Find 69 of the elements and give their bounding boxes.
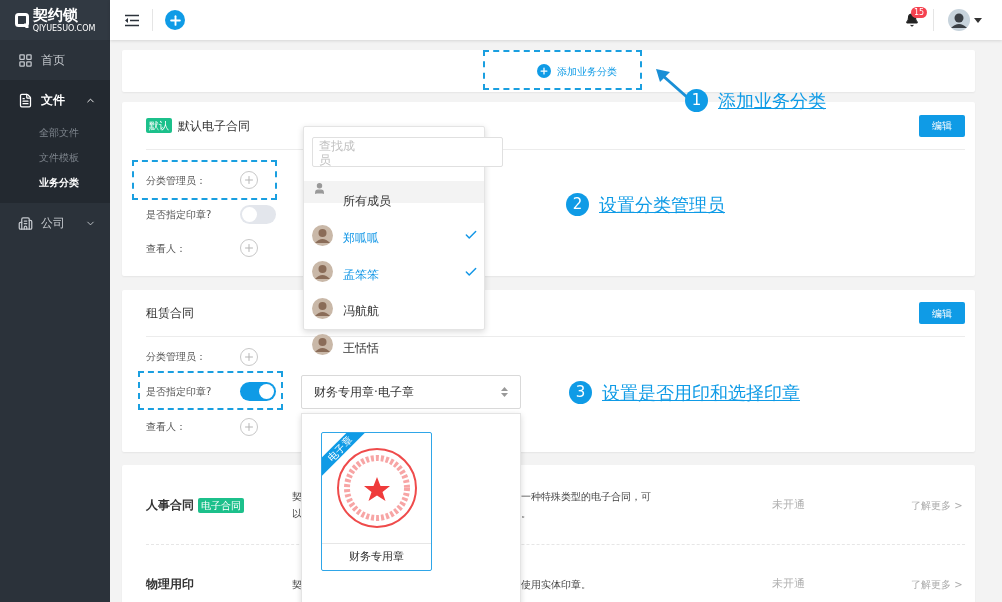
field-label: 查看人： [146,420,187,434]
seal-name: 财务专用章 [322,543,431,570]
field-label: 是否指定印章? [146,207,213,222]
member-option[interactable]: 孟笨笨 [312,259,478,284]
edit-button[interactable]: 编辑 [919,302,965,324]
status-text: 未开通 [772,575,806,592]
learn-more-link[interactable]: 了解更多 > [911,576,963,592]
all-members-option[interactable]: 所有成员 [343,192,391,210]
sidebar-item[interactable]: 文件 [0,80,110,120]
description-text: 契 [292,577,303,592]
default-tag: 默认 [146,118,172,133]
notification-badge: 15 [911,7,928,18]
field-label: 分类管理员： [146,173,207,188]
building-icon [18,215,33,231]
sidebar-subitem[interactable]: 业务分类 [0,170,110,195]
step-link[interactable]: 设置分类管理员 [599,191,725,218]
logo-subtitle: QIYUESUO.COM [32,24,96,33]
category-title: 默认电子合同 [178,117,250,135]
description-text: 。 [521,507,532,521]
menu-icon[interactable] [124,13,140,27]
plus-icon [539,66,549,76]
check-icon [464,228,478,242]
plus-icon [243,174,255,186]
notification-icon[interactable] [905,13,919,27]
toggle-switch[interactable] [240,382,276,401]
avatar [312,261,333,282]
sidebar-item[interactable]: 首页 [0,40,110,80]
sidebar-item[interactable]: 公司 [0,203,110,243]
description-text: 契 [292,490,303,504]
toggle-switch[interactable] [240,204,276,224]
member-option[interactable]: 王恬恬 [312,332,478,357]
step-link[interactable]: 设置是否用印和选择印章 [602,379,800,406]
description-text: 使用实体印章。 [521,577,592,592]
avatar [312,224,333,246]
sort-icon [501,386,508,397]
plus-icon [243,420,255,433]
avatar [312,334,333,355]
field-label: 查看人： [146,241,187,256]
search-field[interactable]: 查找成员 [312,137,503,167]
service-title: 物理用印 [146,576,194,593]
document-icon [18,92,33,108]
description-text: 以 [292,507,303,521]
status-text: 未开通 [772,496,806,513]
plus-icon [243,350,255,363]
field-label: 是否指定印章? [146,385,213,399]
sidebar-subitem[interactable]: 文件模板 [0,145,110,170]
edit-button[interactable]: 编辑 [919,114,965,137]
sidebar-subitem[interactable]: 全部文件 [0,120,110,145]
user-avatar[interactable] [948,9,970,31]
description-text: 一种特殊类型的电子合同，可 [521,490,652,504]
field-label: 分类管理员： [146,350,207,364]
logo-icon [14,12,29,28]
logo-text: 契约锁 [32,7,79,23]
seal-select[interactable]: 财务专用章·电子章 [301,374,521,409]
seal-option[interactable]: 电子章 财务专用章 [321,432,432,571]
step-link[interactable]: 添加业务分类 [718,87,826,114]
member-option[interactable]: 郑呱呱 [312,223,478,247]
caret-icon[interactable] [974,17,982,23]
plus-icon [243,242,255,254]
category-title: 租赁合同 [146,305,194,322]
group-icon [313,182,326,195]
learn-more-link[interactable]: 了解更多 > [911,497,963,513]
service-title: 人事合同 [146,497,194,514]
member-option[interactable]: 冯航航 [312,296,478,320]
plus-icon [167,12,183,28]
avatar [312,297,333,319]
service-tag: 电子合同 [198,497,244,513]
dashboard-icon [18,52,33,68]
add-button[interactable] [165,10,185,30]
